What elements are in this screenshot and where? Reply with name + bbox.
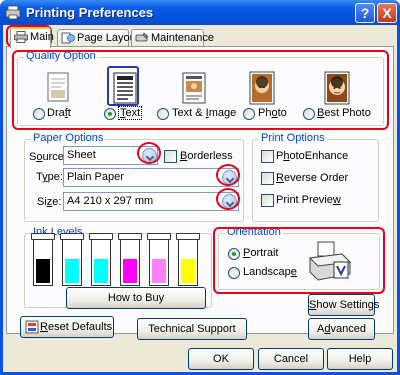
ink-fill-light-magenta — [152, 259, 166, 283]
quality-best-photo-label[interactable]: Best Photo — [317, 107, 371, 119]
ink-fill-cyan — [65, 259, 79, 283]
printer-orientation-icon — [308, 241, 352, 281]
print-options-title: Print Options — [259, 132, 327, 144]
tab-page-layout-label: Page Layout — [77, 32, 139, 44]
reverse-order-checkbox[interactable] — [261, 172, 274, 185]
quality-text-label[interactable]: Text — [118, 106, 143, 120]
reset-defaults-button[interactable]: Reset Defaults — [20, 316, 114, 338]
ok-button[interactable]: OK — [188, 348, 254, 370]
orientation-landscape-label[interactable]: Landscape — [243, 266, 297, 278]
title-help-button[interactable]: ? — [355, 3, 375, 23]
how-to-buy-button[interactable]: How to Buy — [66, 287, 206, 309]
cancel-label: Cancel — [273, 353, 309, 365]
ink-fill-magenta — [123, 259, 137, 283]
print-preview-label[interactable]: Print Preview — [276, 194, 341, 206]
quality-text-image-label[interactable]: Text & Image — [172, 107, 236, 119]
paper-type-value: Plain Paper — [67, 171, 124, 183]
tab-main[interactable]: Main — [10, 27, 54, 48]
quality-text-radio[interactable] — [104, 108, 116, 120]
quality-draft-radio[interactable] — [33, 108, 45, 120]
orientation-portrait-label[interactable]: Portrait — [243, 247, 278, 259]
tab-main-label: Main — [30, 31, 54, 43]
technical-support-label: Technical Support — [148, 323, 236, 335]
print-preview-checkbox[interactable] — [261, 194, 274, 207]
printer-icon — [5, 5, 21, 20]
ink-fill-black — [36, 259, 50, 283]
ink-cartridge-light-magenta — [147, 233, 171, 286]
text-page-icon — [113, 72, 137, 104]
ink-fill-light-cyan — [94, 259, 108, 283]
technical-support-button[interactable]: Technical Support — [137, 318, 247, 340]
orientation-portrait-radio[interactable] — [228, 248, 240, 260]
text-image-page-icon — [182, 72, 206, 104]
reset-defaults-icon — [25, 320, 39, 334]
maintenance-icon — [135, 32, 149, 42]
advanced-label: Advanced — [317, 323, 366, 335]
printer-icon — [14, 31, 28, 43]
how-to-buy-label: How to Buy — [107, 292, 165, 304]
orientation-group: Orientation — [218, 226, 380, 290]
paper-type-label: Type: — [36, 171, 63, 183]
window-title: Printing Preferences — [26, 5, 154, 20]
show-settings-label: Show Settings — [309, 299, 380, 311]
reverse-order-label[interactable]: Reverse Order — [276, 172, 348, 184]
cancel-button[interactable]: Cancel — [258, 348, 324, 370]
ink-cartridge-yellow — [176, 233, 200, 286]
quality-best-photo-radio[interactable] — [303, 108, 315, 120]
ink-cartridge-cyan — [60, 233, 84, 286]
quality-text-image-radio[interactable] — [157, 108, 169, 120]
show-settings-button[interactable]: Show Settings — [308, 294, 379, 316]
reset-defaults-label: Reset Defaults — [40, 321, 113, 333]
paper-size-value: A4 210 x 297 mm — [67, 195, 154, 207]
tab-maintenance-label: Maintenance — [151, 32, 214, 44]
ink-cartridge-light-cyan — [89, 233, 113, 286]
title-bar[interactable]: Printing Preferences ? X — [0, 0, 400, 25]
paper-size-dropdown-arrow-icon[interactable] — [222, 194, 237, 209]
quality-photo-radio[interactable] — [243, 108, 255, 120]
quality-draft-label[interactable]: Draft — [47, 107, 71, 119]
title-close-button[interactable]: X — [377, 3, 397, 23]
best-photo-page-icon — [324, 71, 350, 105]
photo-enhance-checkbox[interactable] — [261, 150, 274, 163]
ok-label: OK — [213, 353, 229, 365]
photo-page-icon — [249, 71, 275, 105]
paper-type-select[interactable]: Plain Paper — [63, 168, 239, 187]
orientation-landscape-radio[interactable] — [228, 267, 240, 279]
paper-source-dropdown-arrow-icon[interactable] — [142, 148, 157, 163]
orientation-title: Orientation — [225, 226, 283, 238]
paper-size-select[interactable]: A4 210 x 297 mm — [63, 192, 239, 211]
page-layout-icon — [61, 32, 75, 44]
ink-fill-yellow — [181, 259, 195, 283]
quality-photo-label[interactable]: Photo — [258, 107, 287, 119]
paper-options-title: Paper Options — [31, 132, 106, 144]
paper-source-label: Source: — [29, 151, 67, 163]
advanced-button[interactable]: Advanced — [308, 318, 375, 340]
draft-page-icon — [47, 72, 69, 102]
printing-preferences-window: Printing Preferences ? X Main Page Layou… — [0, 0, 400, 375]
paper-source-value: Sheet — [67, 149, 96, 161]
borderless-label[interactable]: Borderless — [180, 150, 233, 162]
borderless-checkbox[interactable] — [164, 150, 177, 163]
help-button[interactable]: Help — [327, 348, 393, 370]
photo-enhance-label[interactable]: PhotoEnhance — [276, 150, 348, 162]
ink-cartridge-black — [31, 233, 55, 286]
tab-page-layout[interactable]: Page Layout — [57, 29, 139, 47]
quality-option-title: Quality Option — [24, 50, 98, 62]
tab-maintenance[interactable]: Maintenance — [131, 29, 214, 47]
help-label: Help — [348, 353, 372, 365]
paper-type-dropdown-arrow-icon[interactable] — [222, 170, 237, 185]
paper-size-label: Size: — [37, 196, 62, 208]
ink-cartridge-magenta — [118, 233, 142, 286]
